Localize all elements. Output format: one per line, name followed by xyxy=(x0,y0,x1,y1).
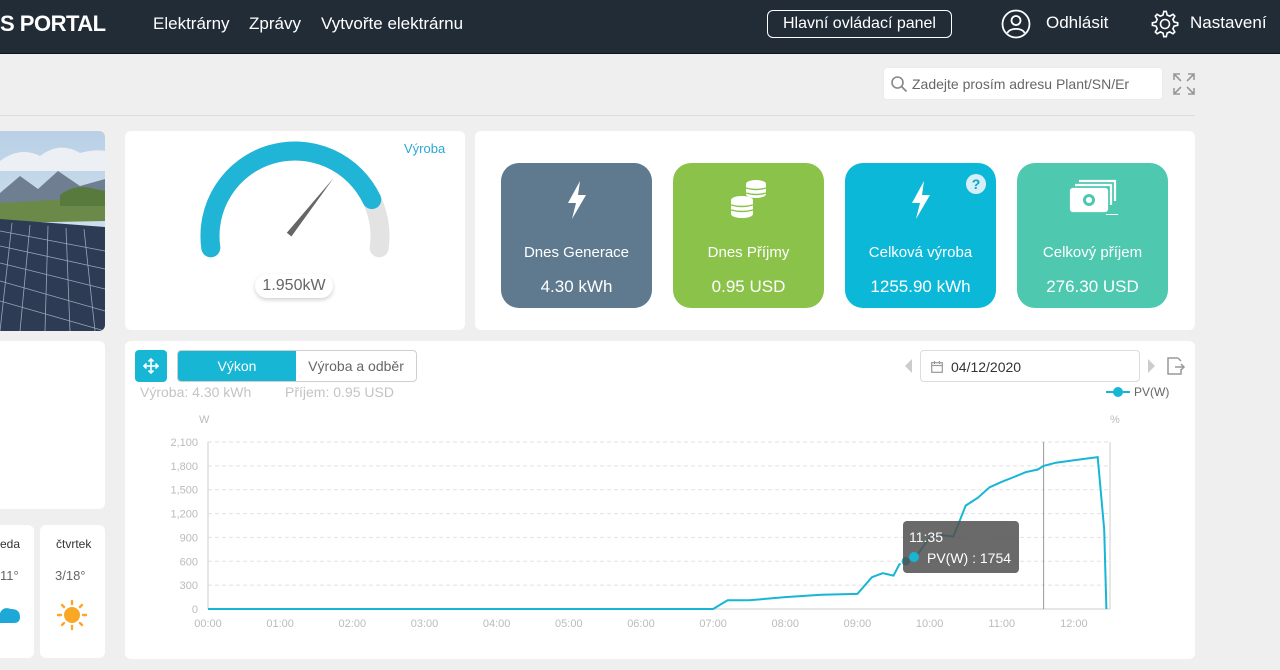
weather-card-thursday: čtvrtek 3/18° xyxy=(40,525,105,658)
tooltip-value: PV(W) : 1754 xyxy=(927,550,1012,566)
x-tick-label: 02:00 xyxy=(339,618,367,630)
gauge-value: 1.950kW xyxy=(255,274,333,298)
tile-total-income: Celkový příjem 276.30 USD xyxy=(1017,163,1168,308)
legend-label: PV(W) xyxy=(1134,385,1170,399)
prev-day-icon[interactable] xyxy=(904,358,914,374)
lightning-icon xyxy=(567,181,586,219)
nav-vytvorte-elektrarnu[interactable]: Vytvořte elektrárnu xyxy=(321,14,463,34)
weather-card-wednesday: eda 11° xyxy=(0,525,34,658)
tile-today-generation: Dnes Generace 4.30 kWh xyxy=(501,163,652,308)
y2-axis-unit: % xyxy=(1110,414,1120,426)
tooltip-time: 11:35 xyxy=(909,529,943,545)
legend-swatch xyxy=(1106,387,1130,397)
search-icon xyxy=(891,76,908,93)
y-axis-unit: W xyxy=(199,414,210,426)
logout-link[interactable]: Odhlásit xyxy=(1046,13,1108,33)
weather-day: čtvrtek xyxy=(56,537,92,551)
y-tick-label: 1,500 xyxy=(170,485,198,497)
summary-production: Výroba: 4.30 kWh xyxy=(140,384,252,400)
settings-link[interactable]: Nastavení xyxy=(1190,13,1267,33)
tile-value: 276.30 USD xyxy=(1046,277,1139,296)
y-tick-label: 1,200 xyxy=(170,509,198,521)
y-tick-label: 1,800 xyxy=(170,461,198,473)
top-bar: S PORTAL Elektrárny Zprávy Vytvořte elek… xyxy=(0,0,1280,54)
cloud-icon xyxy=(0,608,20,623)
x-tick-label: 08:00 xyxy=(772,618,800,630)
gauge-needle xyxy=(286,178,334,237)
tile-label: Dnes Generace xyxy=(523,244,630,261)
power-chart: W % 0 300 600 900 1,200 1,500 1,800 2,100 00:00 01:… xyxy=(170,414,1120,630)
x-tick-label: 10:00 xyxy=(916,618,944,630)
dashboard-button[interactable]: Hlavní ovládací panel xyxy=(767,10,952,38)
tile-value: 0.95 USD xyxy=(711,277,786,296)
next-day-icon[interactable] xyxy=(1146,358,1156,374)
search-box[interactable] xyxy=(883,67,1163,100)
x-tick-label: 01:00 xyxy=(266,618,294,630)
y-tick-label: 0 xyxy=(192,604,198,616)
nav-zpravy[interactable]: Zprávy xyxy=(249,14,301,34)
x-tick-label: 06:00 xyxy=(627,618,655,630)
user-icon[interactable] xyxy=(1000,8,1032,40)
plant-photo xyxy=(0,131,105,331)
sun-icon xyxy=(56,599,88,631)
chart-tabs: Výkon Výroba a odběr xyxy=(177,350,417,382)
tile-total-production: ? Celková výroba 1255.90 kWh xyxy=(845,163,996,308)
search-input[interactable] xyxy=(912,74,1134,94)
coins-icon xyxy=(730,180,766,218)
gear-icon[interactable] xyxy=(1149,8,1181,40)
x-tick-label: 03:00 xyxy=(411,618,439,630)
tooltip-dot xyxy=(909,552,919,562)
tile-today-income: Dnes Příjmy 0.95 USD xyxy=(673,163,824,308)
brand-logo: S PORTAL xyxy=(0,11,106,36)
calendar-icon xyxy=(931,361,943,373)
money-icon xyxy=(1069,179,1118,215)
tile-label: Celkový příjem xyxy=(1042,244,1143,261)
weather-temp: 11° xyxy=(0,568,19,583)
fullscreen-icon[interactable] xyxy=(1172,72,1196,96)
y-tick-label: 2,100 xyxy=(170,437,198,449)
x-tick-label: 05:00 xyxy=(555,618,583,630)
info-card xyxy=(0,341,105,509)
weather-day: eda xyxy=(0,537,21,551)
x-tick-label: 12:00 xyxy=(1060,618,1088,630)
y-tick-label: 300 xyxy=(180,580,198,592)
y-tick-label: 900 xyxy=(180,532,198,544)
help-icon[interactable]: ? xyxy=(966,174,986,194)
x-tick-label: 07:00 xyxy=(699,618,727,630)
tab-vyroba-a-odber[interactable]: Výroba a odběr xyxy=(296,351,416,381)
y-tick-label: 600 xyxy=(180,556,198,568)
x-tick-label: 00:00 xyxy=(194,618,222,630)
power-gauge xyxy=(200,141,390,258)
tile-value: 1255.90 kWh xyxy=(870,277,971,296)
gauge-label: Výroba xyxy=(404,141,446,156)
move-icon xyxy=(142,357,160,375)
tile-value: 4.30 kWh xyxy=(540,277,613,296)
export-icon[interactable] xyxy=(1164,355,1186,377)
chart-tooltip: 11:35 PV(W) : 1754 xyxy=(903,521,1019,573)
x-tick-label: 09:00 xyxy=(844,618,872,630)
nav-elektrarny[interactable]: Elektrárny xyxy=(153,14,230,34)
tile-label: Dnes Příjmy xyxy=(707,244,790,261)
summary-income: Příjem: 0.95 USD xyxy=(285,384,394,400)
tile-label: Celková výroba xyxy=(868,244,973,261)
divider xyxy=(0,115,1195,116)
date-value: 04/12/2020 xyxy=(951,359,1022,375)
drag-handle-button[interactable] xyxy=(135,350,167,382)
x-tick-label: 04:00 xyxy=(483,618,511,630)
date-picker[interactable]: 04/12/2020 xyxy=(920,350,1140,382)
weather-temp: 3/18° xyxy=(55,568,86,583)
tab-vykon[interactable]: Výkon xyxy=(178,351,296,381)
lightning-icon xyxy=(911,181,930,219)
x-tick-label: 11:00 xyxy=(988,618,1015,630)
